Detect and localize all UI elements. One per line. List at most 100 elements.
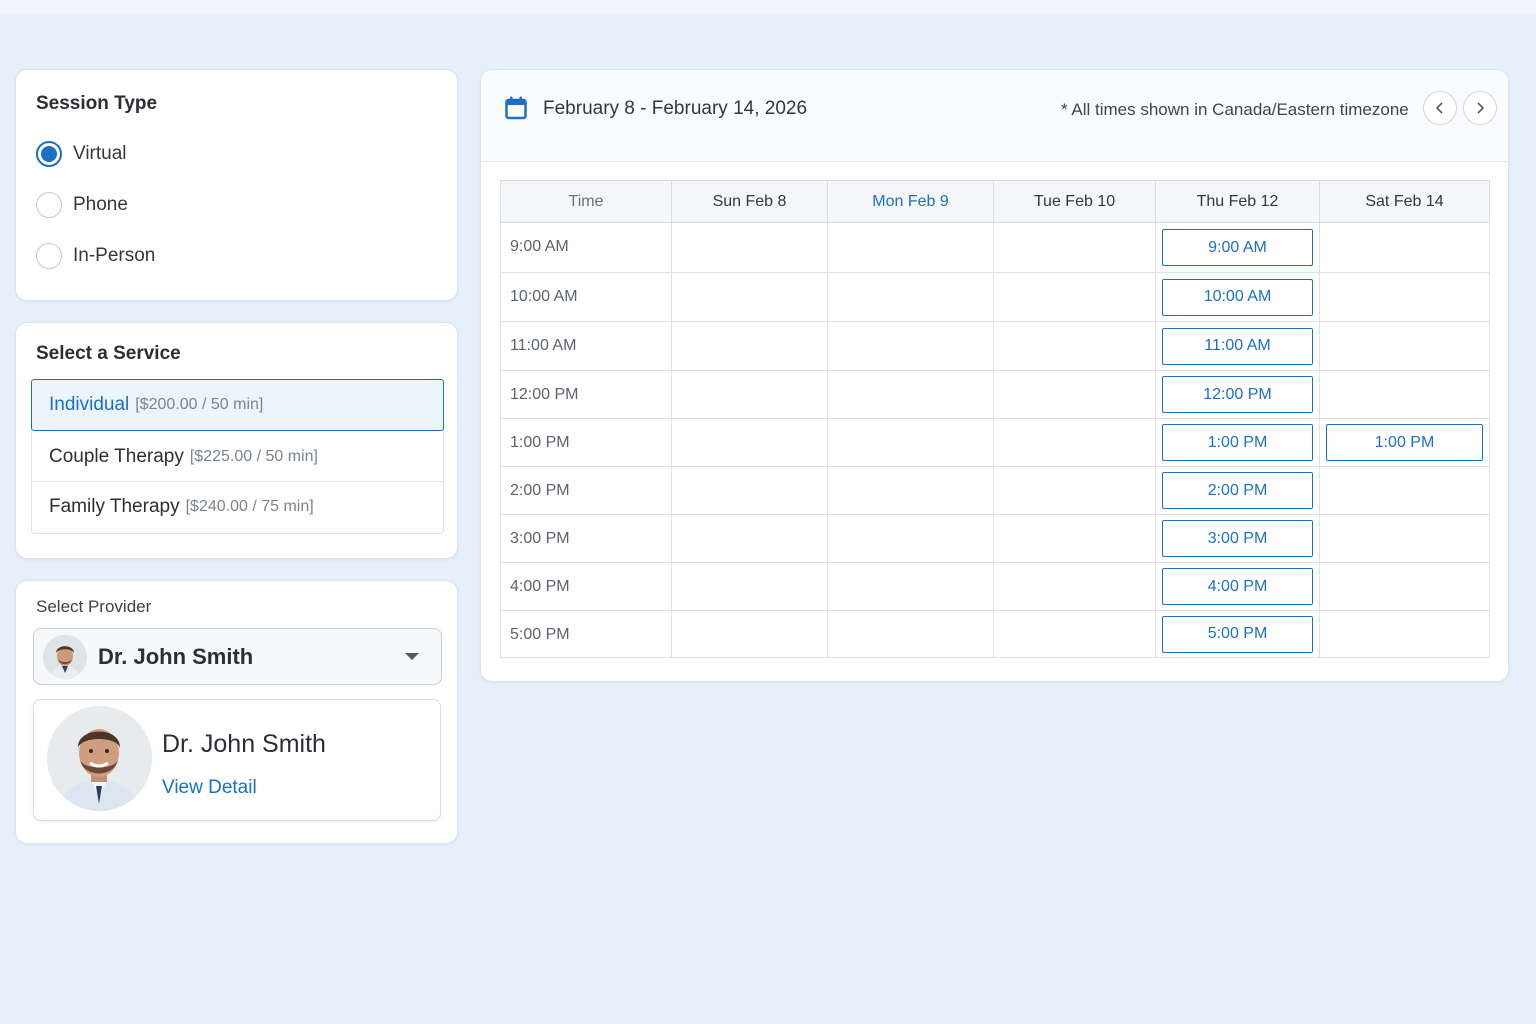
slot-cell-sat: 1:00 PM xyxy=(1319,418,1490,467)
time-label: 12:00 PM xyxy=(500,370,672,419)
timezone-note: * All times shown in Canada/Eastern time… xyxy=(1061,100,1409,119)
table-row: 10:00 AM 10:00 AM xyxy=(500,272,1490,322)
table-row: 1:00 PM 1:00 PM 1:00 PM xyxy=(500,418,1490,467)
provider-name: Dr. John Smith xyxy=(162,730,326,758)
column-header-sun: Sun Feb 8 xyxy=(671,180,828,223)
empty-cell-sun xyxy=(671,222,828,273)
time-slot-button[interactable]: 11:00 AM xyxy=(1162,327,1313,365)
slot-cell-sat xyxy=(1319,610,1490,658)
slot-cell-thu: 4:00 PM xyxy=(1155,562,1320,611)
slot-cell-sat xyxy=(1319,321,1490,371)
calendar-header: February 8 - February 14, 2026 * All tim… xyxy=(481,70,1508,162)
service-name: Couple Therapy xyxy=(49,445,184,467)
slot-cell-thu: 12:00 PM xyxy=(1155,370,1320,419)
table-row: 5:00 PM 5:00 PM xyxy=(500,610,1490,658)
slot-cell-sat xyxy=(1319,272,1490,322)
slot-cell-thu: 10:00 AM xyxy=(1155,272,1320,322)
slot-cell-sat xyxy=(1319,514,1490,563)
table-row: 12:00 PM 12:00 PM xyxy=(500,370,1490,419)
slot-cell-sat xyxy=(1319,466,1490,515)
view-detail-link[interactable]: View Detail xyxy=(162,777,257,799)
service-item-individual[interactable]: Individual [$200.00 / 50 min] xyxy=(31,379,444,431)
service-meta: [$225.00 / 50 min] xyxy=(189,447,318,465)
empty-cell-mon xyxy=(827,222,994,273)
service-card: Select a Service Individual [$200.00 / 5… xyxy=(15,322,458,559)
service-title: Select a Service xyxy=(36,343,181,364)
session-type-card: Session Type Virtual Phone In-Person xyxy=(15,69,458,301)
session-type-title: Session Type xyxy=(36,93,158,114)
chevron-left-icon xyxy=(1435,102,1443,114)
time-label: 5:00 PM xyxy=(500,610,672,658)
empty-cell-mon xyxy=(827,610,994,658)
radio-virtual[interactable]: Virtual xyxy=(36,141,127,167)
avatar xyxy=(43,634,87,679)
time-label: 4:00 PM xyxy=(500,562,672,611)
slot-cell-thu: 2:00 PM xyxy=(1155,466,1320,515)
empty-cell-mon xyxy=(827,321,994,371)
empty-cell-sun xyxy=(671,466,828,515)
radio-phone[interactable]: Phone xyxy=(36,192,128,218)
empty-cell-mon xyxy=(827,562,994,611)
slot-cell-sat xyxy=(1319,370,1490,419)
time-slot-button[interactable]: 1:00 PM xyxy=(1326,424,1483,461)
empty-cell-mon xyxy=(827,370,994,419)
slot-cell-sat xyxy=(1319,562,1490,611)
empty-cell-mon xyxy=(827,466,994,515)
provider-detail-card: Dr. John Smith View Detail xyxy=(33,699,441,821)
grid-header-row: Time Sun Feb 8 Mon Feb 9 Tue Feb 10 Thu … xyxy=(500,180,1490,223)
time-label: 9:00 AM xyxy=(500,222,672,273)
time-slot-button[interactable]: 3:00 PM xyxy=(1162,520,1313,557)
empty-cell-mon xyxy=(827,418,994,467)
time-slot-button[interactable]: 1:00 PM xyxy=(1162,424,1313,461)
empty-cell-tue xyxy=(993,418,1156,467)
time-label: 1:00 PM xyxy=(500,418,672,467)
column-header-tue: Tue Feb 10 xyxy=(993,180,1156,223)
empty-cell-mon xyxy=(827,514,994,563)
table-row: 9:00 AM 9:00 AM xyxy=(500,222,1490,273)
radio-in-person[interactable]: In-Person xyxy=(36,243,155,269)
radio-checked-icon[interactable] xyxy=(36,141,62,167)
time-label: 11:00 AM xyxy=(500,321,672,371)
empty-cell-tue xyxy=(993,514,1156,563)
empty-cell-tue xyxy=(993,562,1156,611)
provider-selected-name: Dr. John Smith xyxy=(98,643,254,669)
time-slot-button[interactable]: 10:00 AM xyxy=(1162,278,1313,316)
service-item-couple-therapy[interactable]: Couple Therapy [$225.00 / 50 min] xyxy=(32,432,443,482)
table-row: 2:00 PM 2:00 PM xyxy=(500,466,1490,515)
radio-unchecked-icon[interactable] xyxy=(36,243,62,269)
time-slot-button[interactable]: 5:00 PM xyxy=(1162,615,1313,653)
empty-cell-tue xyxy=(993,370,1156,419)
provider-select[interactable]: Dr. John Smith xyxy=(33,628,442,685)
time-slot-button[interactable]: 4:00 PM xyxy=(1162,568,1313,605)
column-header-time: Time xyxy=(500,180,672,223)
next-week-button[interactable] xyxy=(1463,91,1497,125)
table-row: 11:00 AM 11:00 AM xyxy=(500,321,1490,371)
service-meta: [$240.00 / 75 min] xyxy=(185,498,314,515)
top-strip xyxy=(0,0,1536,13)
empty-cell-tue xyxy=(993,222,1156,273)
avatar xyxy=(47,706,152,811)
radio-label: Phone xyxy=(73,194,128,215)
service-meta: [$200.00 / 50 min] xyxy=(135,396,264,413)
date-range: February 8 - February 14, 2026 xyxy=(543,98,808,119)
column-header-thu: Thu Feb 12 xyxy=(1155,180,1320,223)
time-slot-button[interactable]: 12:00 PM xyxy=(1162,376,1313,413)
slot-cell-sat xyxy=(1319,222,1490,273)
service-item-family-therapy[interactable]: Family Therapy [$240.00 / 75 min] xyxy=(32,482,443,532)
table-row: 3:00 PM 3:00 PM xyxy=(500,514,1490,563)
empty-cell-sun xyxy=(671,272,828,322)
column-header-mon-today: Mon Feb 9 xyxy=(827,180,994,223)
calendar-icon xyxy=(505,96,527,125)
empty-cell-sun xyxy=(671,418,828,467)
caret-down-icon[interactable] xyxy=(405,653,419,660)
time-slot-button[interactable]: 9:00 AM xyxy=(1162,229,1313,266)
time-slot-button[interactable]: 2:00 PM xyxy=(1162,472,1313,509)
prev-week-button[interactable] xyxy=(1423,91,1457,125)
chevron-right-icon xyxy=(1477,102,1485,114)
radio-unchecked-icon[interactable] xyxy=(36,192,62,218)
slot-cell-thu: 5:00 PM xyxy=(1155,610,1320,658)
empty-cell-tue xyxy=(993,610,1156,658)
empty-cell-sun xyxy=(671,514,828,563)
empty-cell-tue xyxy=(993,321,1156,371)
radio-label: In-Person xyxy=(73,245,156,266)
